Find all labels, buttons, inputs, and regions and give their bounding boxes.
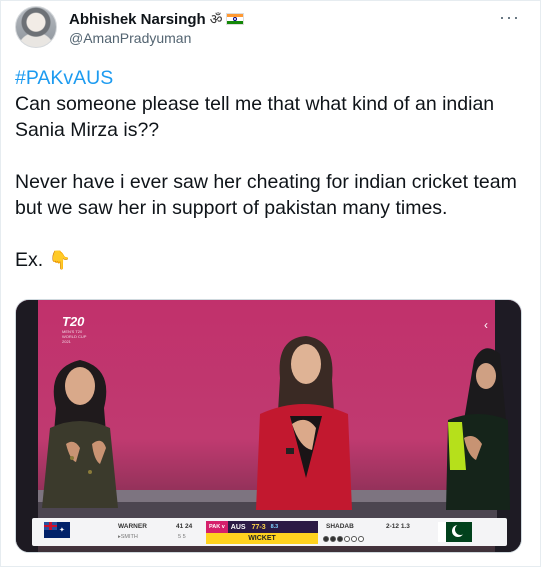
- author-display-name[interactable]: Abhishek Narsingh: [69, 11, 206, 28]
- t20-world-cup-logo: T20 MEN'S T20 WORLD CUP 2021: [62, 314, 88, 346]
- batter2-score: 5 5: [178, 534, 186, 540]
- tweet-text: #PAKvAUS Can someone please tell me that…: [15, 65, 525, 273]
- spectator-left: [42, 360, 118, 508]
- india-flag-icon: [226, 13, 245, 25]
- om-symbol: ॐ: [209, 10, 223, 27]
- bowler-name: SHADAB: [326, 523, 354, 530]
- hashtag-link[interactable]: #PAKvAUS: [15, 65, 525, 91]
- logo-title: T20: [62, 314, 85, 329]
- tweet-card: Abhishek Narsingh ॐ @AmanPradyuman ··· #…: [0, 0, 541, 567]
- logo-subtitle: MEN'S T20 WORLD CUP 2021: [62, 329, 87, 344]
- australia-flag-icon: ✦: [44, 522, 70, 538]
- team-score: 77-3: [251, 523, 266, 531]
- ball-indicator: [344, 536, 350, 542]
- spectator-center: [256, 336, 352, 510]
- author-handle[interactable]: @AmanPradyuman: [69, 30, 191, 46]
- pointing-down-icon: 👇: [48, 250, 72, 270]
- ball-indicator: [323, 536, 329, 542]
- ball-indicator: [351, 536, 357, 542]
- batter2-name: ▸SMITH: [118, 534, 138, 540]
- left-frame-edge: [16, 300, 38, 552]
- pakistan-flag-icon: [438, 522, 472, 542]
- batter1-name: WARNER: [118, 523, 147, 530]
- ball-indicator: [337, 536, 343, 542]
- tweet-media-image[interactable]: T20 MEN'S T20 WORLD CUP 2021 ‹ ✦ WARNER …: [15, 299, 522, 553]
- wicket-banner: WICKET: [206, 533, 318, 544]
- match-score: PAK v AUS 77-3 8.3: [206, 521, 318, 533]
- example-label: Ex.: [15, 249, 44, 271]
- batting-team: AUS: [230, 523, 246, 531]
- bowler-figures: 2-12 1.3: [386, 523, 410, 530]
- tweet-paragraph-1: Can someone please tell me that what kin…: [15, 93, 500, 141]
- chevron-left-icon: ‹: [484, 318, 488, 332]
- avatar[interactable]: [15, 6, 57, 48]
- match-tag: PAK v: [206, 521, 228, 533]
- over-balls: [323, 536, 364, 542]
- tweet-paragraph-2: Never have i ever saw her cheating for i…: [15, 171, 523, 219]
- more-options-icon[interactable]: ···: [499, 7, 520, 28]
- spectator-right: [446, 348, 510, 510]
- author-row: Abhishek Narsingh ॐ: [69, 9, 245, 29]
- overs: 8.3: [270, 524, 279, 530]
- batter1-score: 41 24: [176, 523, 193, 530]
- ball-indicator: [330, 536, 336, 542]
- tweet-paragraph-3: Ex. 👇: [15, 247, 525, 273]
- ball-indicator: [358, 536, 364, 542]
